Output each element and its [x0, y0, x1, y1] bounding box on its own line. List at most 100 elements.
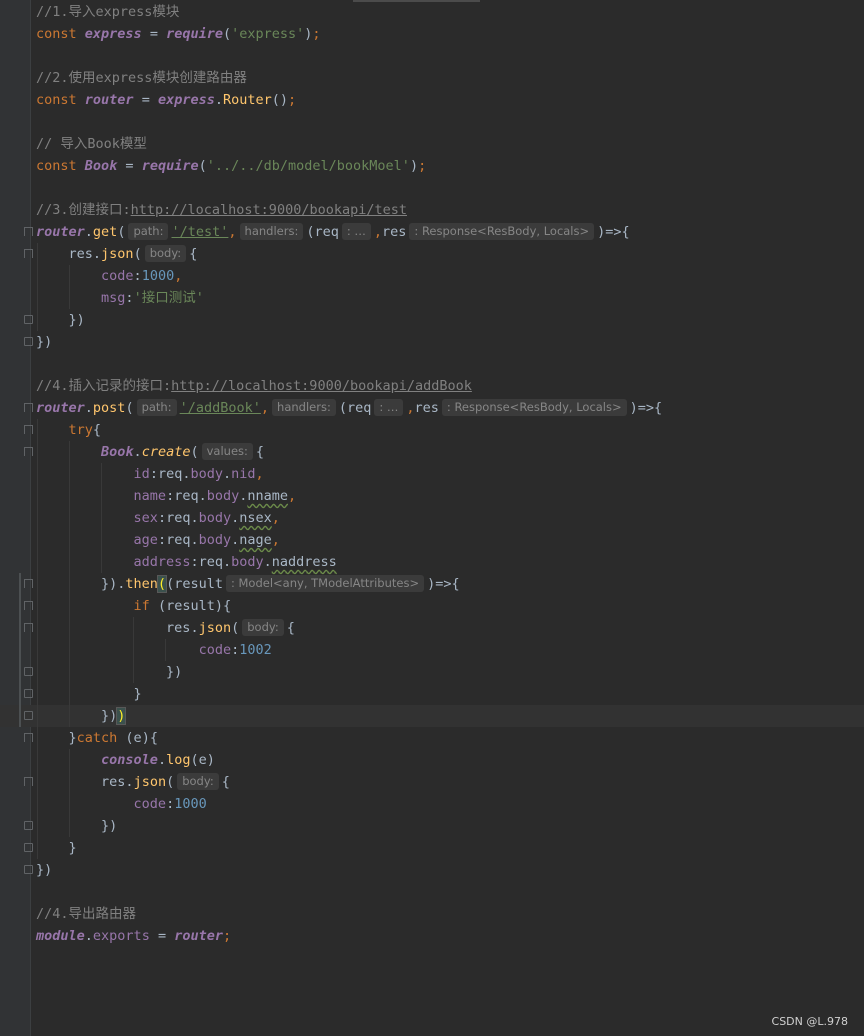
editor-gutter[interactable] [0, 0, 31, 1036]
code-line-31[interactable]: } [36, 683, 142, 705]
code-line-23[interactable]: sex:req.body.nsex, [36, 507, 280, 529]
property-key: age [133, 532, 158, 548]
param-hint-path: path: [128, 223, 169, 240]
fold-marker[interactable] [24, 425, 33, 434]
code-line-19[interactable]: try{ [36, 419, 102, 441]
param-e: e [133, 730, 142, 746]
fold-marker[interactable] [24, 733, 33, 742]
code-line-36[interactable]: code:1000 [36, 793, 207, 815]
fold-marker[interactable] [24, 447, 33, 456]
string-literal: 'express' [231, 26, 305, 42]
property-key: code [101, 268, 134, 284]
comment: // 导入Book模型 [36, 136, 147, 152]
code-line-8[interactable]: const Book = require('../../db/model/boo… [36, 155, 426, 177]
code-line-16[interactable]: }) [36, 331, 52, 353]
route-path[interactable]: '/test' [171, 224, 228, 240]
code-line-18[interactable]: router.post(path: '/addBook', handlers: (re… [36, 397, 662, 419]
type-hint-result: : Model<any, TModelAttributes> [225, 575, 425, 592]
fold-marker[interactable] [24, 601, 33, 610]
code-line-2[interactable]: const express = require('express'); [36, 23, 321, 45]
operator: = [117, 158, 142, 174]
type-hint-req: : … [341, 223, 371, 240]
comment-url-link[interactable]: http://localhost:9000/bookapi/test [131, 202, 407, 218]
comment-url-link[interactable]: http://localhost:9000/bookapi/addBook [171, 378, 472, 394]
code-line-27[interactable]: if (result){ [36, 595, 232, 617]
method-log: log [166, 752, 191, 768]
fold-marker[interactable] [24, 689, 33, 698]
property-key: sex [133, 510, 158, 526]
code-line-30[interactable]: }) [36, 661, 182, 683]
method-json: json [133, 774, 167, 790]
fold-marker[interactable] [24, 249, 33, 258]
method-post: post [92, 400, 126, 416]
fold-marker[interactable] [24, 623, 33, 632]
number-literal: 1000 [141, 268, 175, 284]
fold-marker[interactable] [24, 337, 33, 346]
param-e: e [198, 752, 207, 768]
property-exports: exports [92, 928, 150, 944]
require-call: require [166, 26, 223, 42]
require-call: require [141, 158, 199, 174]
code-line-4[interactable]: //2.使用express模块创建路由器 [36, 67, 247, 89]
code-line-41[interactable]: //4.导出路由器 [36, 903, 136, 925]
code-line-32[interactable]: })) [36, 705, 127, 727]
comment: //4.插入记录的接口: [36, 378, 172, 394]
code-line-10[interactable]: //3.创建接口:http://localhost:9000/bookapi/t… [36, 199, 407, 221]
code-line-13[interactable]: code:1000, [36, 265, 182, 287]
current-line-highlight [0, 705, 864, 727]
code-line-42[interactable]: module.exports = router; [36, 925, 231, 947]
code-line-37[interactable]: }) [36, 815, 117, 837]
param-result: result [174, 576, 223, 592]
code-line-39[interactable]: }) [36, 859, 52, 881]
fold-marker[interactable] [24, 711, 33, 720]
object-router: router [36, 400, 85, 416]
param-req: req [314, 224, 339, 240]
code-line-26[interactable]: }).then((result: Model<any, TModelAttrib… [36, 573, 460, 595]
code-line-5[interactable]: const router = express.Router(); [36, 89, 296, 111]
code-editor[interactable]: //1.导入express模块 const express = require(… [0, 0, 864, 1036]
code-line-22[interactable]: name:req.body.nname, [36, 485, 297, 507]
code-line-1[interactable]: //1.导入express模块 [36, 1, 179, 23]
code-line-24[interactable]: age:req.body.nage, [36, 529, 280, 551]
route-path[interactable]: '/addBook' [180, 400, 261, 416]
property-key: code [133, 796, 167, 812]
param-hint-body: body: [242, 619, 284, 636]
comment: //2.使用express模块创建路由器 [36, 70, 247, 86]
code-line-15[interactable]: }) [36, 309, 85, 331]
number-literal: 1002 [239, 642, 272, 658]
keyword-catch: catch [76, 730, 118, 746]
fold-marker[interactable] [24, 579, 33, 588]
code-line-14[interactable]: msg:'接口测试' [36, 287, 204, 309]
fold-marker[interactable] [24, 315, 33, 324]
code-line-33[interactable]: }catch (e){ [36, 727, 158, 749]
top-tab-edge [353, 0, 480, 2]
code-line-38[interactable]: } [36, 837, 77, 859]
res-object: res [166, 620, 191, 636]
code-line-28[interactable]: res.json(body:{ [36, 617, 295, 639]
code-line-20[interactable]: Book.create(values:{ [36, 441, 264, 463]
code-line-21[interactable]: id:req.body.nid, [36, 463, 264, 485]
code-line-11[interactable]: router.get(path: '/test', handlers: (req: …… [36, 221, 630, 243]
code-line-7[interactable]: // 导入Book模型 [36, 133, 147, 155]
fold-marker[interactable] [24, 843, 33, 852]
watermark: CSDN @L.978 [771, 1015, 848, 1028]
code-line-17[interactable]: //4.插入记录的接口:http://localhost:9000/bookap… [36, 375, 472, 397]
res-object: res [68, 246, 93, 262]
fold-marker[interactable] [24, 667, 33, 676]
param-res: res [382, 224, 407, 240]
fold-marker[interactable] [24, 821, 33, 830]
fold-marker[interactable] [24, 865, 33, 874]
operator: = [149, 928, 175, 944]
property-key: code [198, 642, 232, 658]
code-line-25[interactable]: address:req.body.naddress [36, 551, 337, 573]
fold-marker[interactable] [24, 777, 33, 786]
property-value: nage [239, 532, 272, 548]
code-line-12[interactable]: res.json(body:{ [36, 243, 197, 265]
comment: //3.创建接口: [36, 202, 131, 218]
fold-marker[interactable] [24, 227, 33, 236]
code-line-35[interactable]: res.json(body:{ [36, 771, 230, 793]
fold-marker[interactable] [24, 403, 33, 412]
string-literal: '接口测试' [133, 290, 204, 306]
code-line-29[interactable]: code:1002 [36, 639, 272, 661]
code-line-34[interactable]: console.log(e) [36, 749, 215, 771]
